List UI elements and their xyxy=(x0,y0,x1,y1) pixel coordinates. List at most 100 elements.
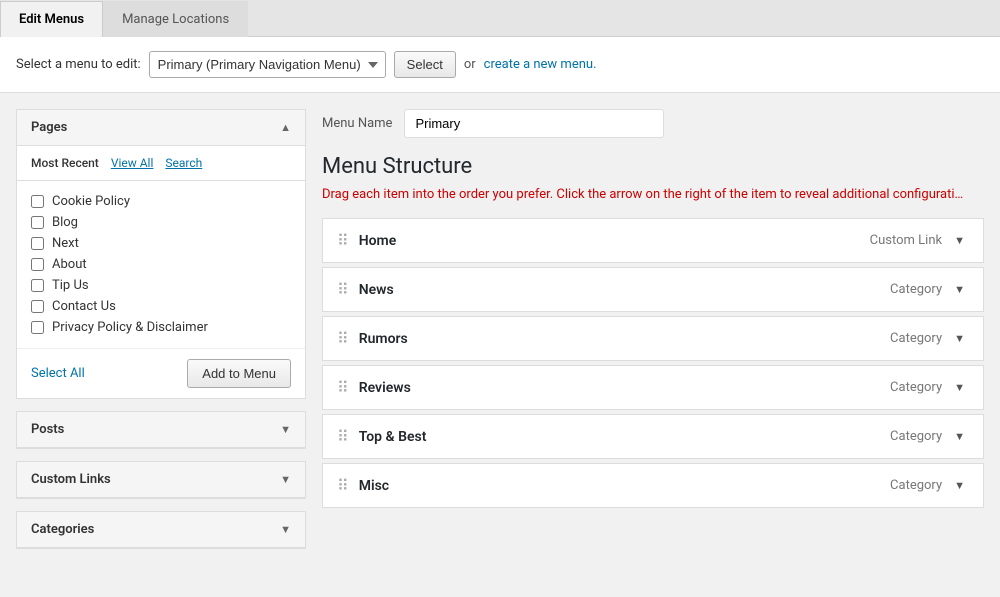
menu-item-right-home: Custom Link ▼ xyxy=(870,232,969,249)
menu-item-name-home: Home xyxy=(359,233,397,249)
page-item-next: Next xyxy=(31,233,291,254)
page-label-next: Next xyxy=(52,236,79,251)
page-checkbox-cookie-policy[interactable] xyxy=(31,195,44,208)
panel-categories: Categories ▼ xyxy=(16,511,306,549)
menu-item-chevron-rumors[interactable]: ▼ xyxy=(950,330,969,347)
page-item-blog: Blog xyxy=(31,212,291,233)
select-menu-bar: Select a menu to edit: Primary (Primary … xyxy=(0,37,1000,93)
menu-item-misc[interactable]: ⠿ Misc Category ▼ xyxy=(322,463,984,508)
panel-title-posts: Posts xyxy=(31,422,64,437)
page-item-about: About xyxy=(31,254,291,275)
panel-title-categories: Categories xyxy=(31,522,94,537)
tab-search[interactable]: Search xyxy=(165,156,202,180)
menu-name-row: Menu Name xyxy=(322,109,984,138)
left-panel: Pages ▲ Most Recent View All Search Cook… xyxy=(16,109,306,561)
page-checkbox-privacy-policy[interactable] xyxy=(31,321,44,334)
tab-edit-menus[interactable]: Edit Menus xyxy=(0,1,103,37)
select-menu-label: Select a menu to edit: xyxy=(16,57,141,72)
page-checkbox-contact-us[interactable] xyxy=(31,300,44,313)
page-item-cookie-policy: Cookie Policy xyxy=(31,191,291,212)
drag-handle-top-best[interactable]: ⠿ xyxy=(337,427,349,446)
select-all-link[interactable]: Select All xyxy=(31,366,85,381)
drag-handle-rumors[interactable]: ⠿ xyxy=(337,329,349,348)
page-label-about: About xyxy=(52,257,87,272)
menu-select-dropdown[interactable]: Primary (Primary Navigation Menu) xyxy=(149,51,386,78)
panel-header-posts[interactable]: Posts ▼ xyxy=(17,412,305,448)
tab-most-recent[interactable]: Most Recent xyxy=(31,156,99,180)
or-text: or xyxy=(464,57,476,72)
menu-item-chevron-home[interactable]: ▼ xyxy=(950,232,969,249)
drag-handle-misc[interactable]: ⠿ xyxy=(337,476,349,495)
menu-item-chevron-top-best[interactable]: ▼ xyxy=(950,428,969,445)
menu-structure-hint: Drag each item into the order you prefer… xyxy=(322,187,984,202)
pages-tabs: Most Recent View All Search xyxy=(17,146,305,181)
menu-item-name-top-best: Top & Best xyxy=(359,429,427,445)
menu-item-chevron-reviews[interactable]: ▼ xyxy=(950,379,969,396)
drag-handle-reviews[interactable]: ⠿ xyxy=(337,378,349,397)
menu-item-name-news: News xyxy=(359,282,394,298)
menu-item-type-home: Custom Link xyxy=(870,233,942,248)
menu-item-name-misc: Misc xyxy=(359,478,389,494)
page-label-contact-us: Contact Us xyxy=(52,299,116,314)
menu-item-rumors[interactable]: ⠿ Rumors Category ▼ xyxy=(322,316,984,361)
tab-view-all[interactable]: View All xyxy=(111,156,154,180)
panel-chevron-custom-links: ▼ xyxy=(280,473,291,486)
menu-name-label: Menu Name xyxy=(322,116,392,131)
pages-panel-title: Pages xyxy=(31,120,67,135)
panel-chevron-categories: ▼ xyxy=(280,523,291,536)
menu-item-type-misc: Category xyxy=(890,478,942,493)
page-label-blog: Blog xyxy=(52,215,78,230)
menu-item-type-rumors: Category xyxy=(890,331,942,346)
add-to-menu-button[interactable]: Add to Menu xyxy=(187,359,291,388)
right-panel: Menu Name Menu Structure Drag each item … xyxy=(322,109,984,561)
page-checkbox-next[interactable] xyxy=(31,237,44,250)
tab-bar: Edit Menus Manage Locations xyxy=(0,0,1000,37)
page-label-tip-us: Tip Us xyxy=(52,278,89,293)
menu-item-right-rumors: Category ▼ xyxy=(890,330,969,347)
menu-item-left-top-best: ⠿ Top & Best xyxy=(337,427,426,446)
menu-item-home[interactable]: ⠿ Home Custom Link ▼ xyxy=(322,218,984,263)
menu-item-chevron-misc[interactable]: ▼ xyxy=(950,477,969,494)
pages-chevron-icon: ▲ xyxy=(280,121,291,134)
menu-structure-title: Menu Structure xyxy=(322,154,984,179)
panel-header-custom-links[interactable]: Custom Links ▼ xyxy=(17,462,305,498)
pages-panel: Pages ▲ Most Recent View All Search Cook… xyxy=(16,109,306,399)
menu-item-name-rumors: Rumors xyxy=(359,331,408,347)
menu-item-name-reviews: Reviews xyxy=(359,380,411,396)
page-item-tip-us: Tip Us xyxy=(31,275,291,296)
menu-item-right-misc: Category ▼ xyxy=(890,477,969,494)
page-checkbox-blog[interactable] xyxy=(31,216,44,229)
menu-item-left-rumors: ⠿ Rumors xyxy=(337,329,408,348)
menu-item-type-news: Category xyxy=(890,282,942,297)
menu-item-left-news: ⠿ News xyxy=(337,280,394,299)
menu-item-top-best[interactable]: ⠿ Top & Best Category ▼ xyxy=(322,414,984,459)
menu-item-left-reviews: ⠿ Reviews xyxy=(337,378,411,397)
create-new-menu-link[interactable]: create a new menu. xyxy=(484,57,597,72)
menu-item-news[interactable]: ⠿ News Category ▼ xyxy=(322,267,984,312)
drag-handle-news[interactable]: ⠿ xyxy=(337,280,349,299)
page-label-cookie-policy: Cookie Policy xyxy=(52,194,130,209)
panel-title-custom-links: Custom Links xyxy=(31,472,111,487)
menu-item-right-reviews: Category ▼ xyxy=(890,379,969,396)
menu-item-reviews[interactable]: ⠿ Reviews Category ▼ xyxy=(322,365,984,410)
menu-item-chevron-news[interactable]: ▼ xyxy=(950,281,969,298)
menu-item-left-misc: ⠿ Misc xyxy=(337,476,389,495)
menu-items-container: ⠿ Home Custom Link ▼ ⠿ News Category ▼ ⠿… xyxy=(322,218,984,508)
menu-name-input[interactable] xyxy=(404,109,664,138)
page-item-contact-us: Contact Us xyxy=(31,296,291,317)
menu-item-type-reviews: Category xyxy=(890,380,942,395)
panel-header-categories[interactable]: Categories ▼ xyxy=(17,512,305,548)
menu-item-type-top-best: Category xyxy=(890,429,942,444)
tab-manage-locations[interactable]: Manage Locations xyxy=(103,1,248,37)
panel-chevron-posts: ▼ xyxy=(280,423,291,436)
pages-panel-header[interactable]: Pages ▲ xyxy=(17,110,305,146)
select-button[interactable]: Select xyxy=(394,51,456,78)
panel-custom-links: Custom Links ▼ xyxy=(16,461,306,499)
panel-posts: Posts ▼ xyxy=(16,411,306,449)
menu-item-right-top-best: Category ▼ xyxy=(890,428,969,445)
page-checkbox-about[interactable] xyxy=(31,258,44,271)
menu-item-right-news: Category ▼ xyxy=(890,281,969,298)
pages-footer: Select All Add to Menu xyxy=(17,348,305,398)
page-checkbox-tip-us[interactable] xyxy=(31,279,44,292)
drag-handle-home[interactable]: ⠿ xyxy=(337,231,349,250)
